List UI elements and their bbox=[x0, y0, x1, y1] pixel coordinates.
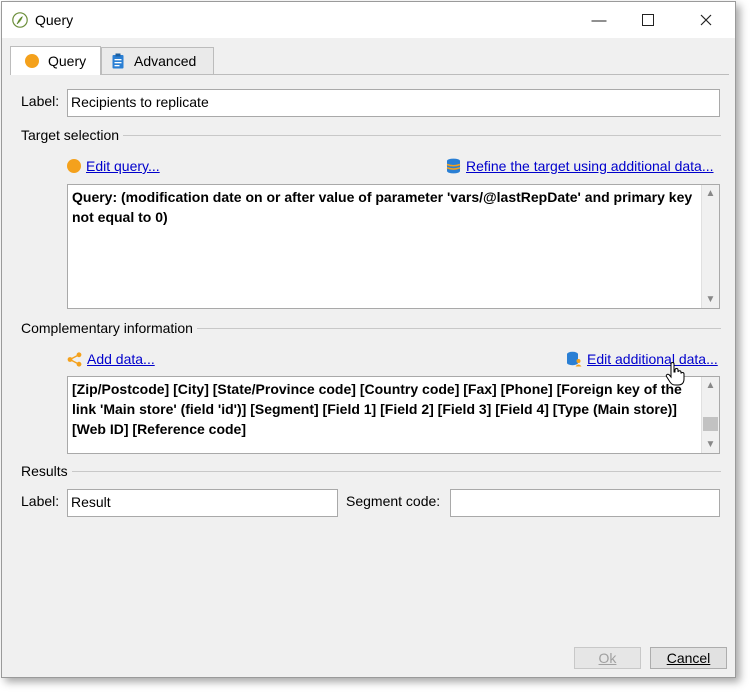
query-dialog: Query — Query Advanced Label: Recipients… bbox=[1, 1, 736, 678]
refine-target-label: Refine the target using additional data.… bbox=[466, 158, 714, 174]
app-leaf-icon bbox=[12, 12, 28, 28]
edit-query-label: Edit query... bbox=[86, 158, 160, 174]
ok-button-label: Ok bbox=[598, 650, 617, 666]
section-divider bbox=[71, 470, 721, 472]
section-divider bbox=[196, 327, 721, 329]
complementary-title: Complementary information bbox=[21, 320, 193, 336]
segment-code-caption: Segment code: bbox=[346, 493, 441, 509]
query-text: Query: (modification date on or after va… bbox=[72, 189, 693, 225]
query-panel: Label: Recipients to replicate Target se… bbox=[10, 74, 729, 641]
label-caption: Label: bbox=[21, 93, 60, 109]
query-circle-icon bbox=[25, 54, 39, 68]
ok-button[interactable]: Ok bbox=[574, 647, 641, 669]
edit-additional-data-label: Edit additional data... bbox=[587, 351, 718, 367]
result-label-input[interactable]: Result bbox=[67, 489, 338, 517]
scroll-down-icon[interactable]: ▼ bbox=[702, 291, 719, 308]
title-bar: Query — bbox=[2, 2, 735, 38]
add-data-link[interactable]: Add data... bbox=[67, 351, 155, 367]
minimize-button[interactable]: — bbox=[576, 2, 622, 38]
refine-target-link[interactable]: Refine the target using additional data.… bbox=[446, 158, 714, 174]
tab-advanced[interactable]: Advanced bbox=[101, 47, 214, 74]
close-button[interactable] bbox=[683, 2, 729, 38]
maximize-button[interactable] bbox=[625, 2, 671, 38]
database-filter-icon bbox=[446, 158, 461, 174]
minimize-icon: — bbox=[591, 11, 607, 29]
scroll-thumb[interactable] bbox=[703, 417, 718, 431]
query-scrollbar[interactable]: ▲ ▼ bbox=[701, 185, 719, 308]
target-selection-section: Target selection bbox=[21, 127, 721, 143]
section-divider bbox=[123, 134, 721, 136]
add-data-label: Add data... bbox=[87, 351, 155, 367]
target-selection-title: Target selection bbox=[21, 127, 120, 143]
query-circle-icon bbox=[67, 159, 81, 173]
close-icon bbox=[700, 14, 712, 26]
segment-code-input[interactable] bbox=[450, 489, 720, 517]
scroll-up-icon[interactable]: ▲ bbox=[702, 377, 719, 394]
cancel-button[interactable]: Cancel bbox=[650, 647, 727, 669]
complementary-section: Complementary information bbox=[21, 320, 721, 336]
edit-additional-data-link[interactable]: Edit additional data... bbox=[566, 351, 718, 367]
maximize-icon bbox=[642, 14, 654, 26]
query-textarea[interactable]: Query: (modification date on or after va… bbox=[67, 184, 720, 309]
window-title: Query bbox=[35, 12, 74, 28]
scroll-down-icon[interactable]: ▼ bbox=[702, 436, 719, 453]
additional-fields-textarea[interactable]: [Zip/Postcode] [City] [State/Province co… bbox=[67, 376, 720, 454]
scroll-up-icon[interactable]: ▲ bbox=[702, 185, 719, 202]
hand-cursor-icon bbox=[665, 362, 685, 386]
database-user-icon bbox=[567, 351, 582, 367]
cancel-button-label: Cancel bbox=[666, 650, 711, 666]
result-label-caption: Label: bbox=[21, 493, 60, 509]
clipboard-icon bbox=[112, 53, 124, 69]
tab-advanced-label: Advanced bbox=[134, 53, 197, 69]
fields-scrollbar[interactable]: ▲ ▼ bbox=[701, 377, 719, 453]
label-input[interactable]: Recipients to replicate bbox=[67, 89, 720, 117]
tab-query[interactable]: Query bbox=[10, 46, 101, 75]
additional-fields-text: [Zip/Postcode] [City] [State/Province co… bbox=[72, 381, 682, 437]
edit-query-link[interactable]: Edit query... bbox=[67, 158, 160, 174]
results-title: Results bbox=[21, 463, 68, 479]
share-nodes-icon bbox=[67, 351, 82, 367]
results-section: Results bbox=[21, 463, 721, 479]
tab-query-label: Query bbox=[48, 53, 87, 69]
